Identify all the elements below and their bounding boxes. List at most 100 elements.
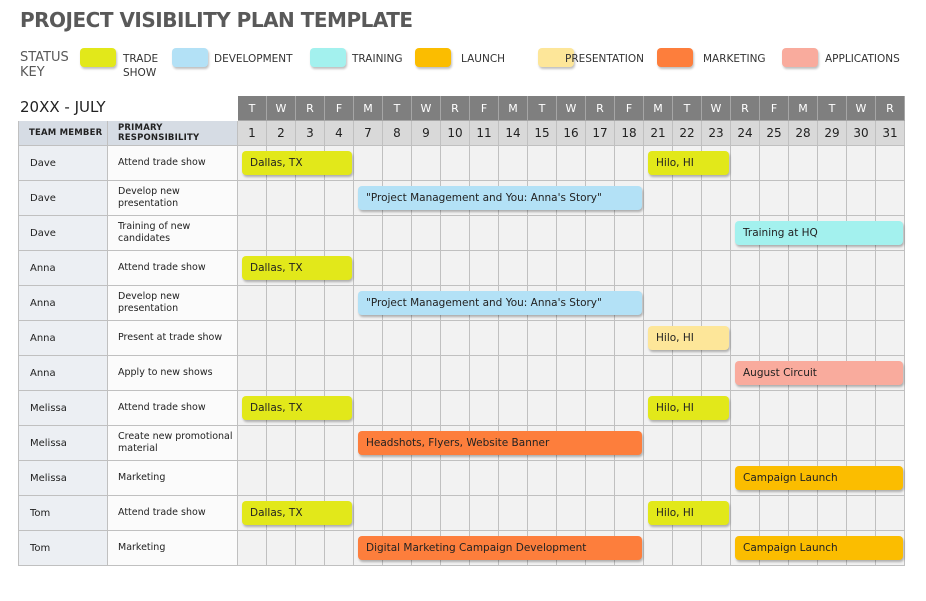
task-bar[interactable]: "Project Management and You: Anna's Stor… [358, 291, 642, 315]
task-bar[interactable]: Dallas, TX [242, 396, 352, 420]
day-cell [528, 496, 557, 531]
day-of-week: T [528, 96, 557, 121]
day-cell [731, 321, 760, 356]
day-cell [673, 461, 702, 496]
day-cell [818, 181, 847, 216]
day-cell [702, 461, 731, 496]
day-cell [499, 461, 528, 496]
day-cell [702, 426, 731, 461]
day-date: 4 [325, 121, 354, 146]
day-of-week: R [731, 96, 760, 121]
day-cell [441, 321, 470, 356]
day-cell [847, 321, 876, 356]
day-cell [673, 181, 702, 216]
day-cell [702, 216, 731, 251]
day-cell [528, 356, 557, 391]
day-date: 10 [441, 121, 470, 146]
responsibility-cell: Apply to new shows [108, 356, 238, 391]
day-cell [325, 531, 354, 566]
status-swatch [657, 48, 693, 67]
task-bar[interactable]: Campaign Launch [735, 536, 903, 560]
day-of-week: T [673, 96, 702, 121]
day-cell [238, 286, 267, 321]
day-cell [296, 426, 325, 461]
day-cell [238, 216, 267, 251]
task-bar[interactable]: Dallas, TX [242, 256, 352, 280]
day-cell [441, 216, 470, 251]
day-cell [644, 181, 673, 216]
day-of-week: W [847, 96, 876, 121]
day-cell [325, 216, 354, 251]
task-bar[interactable]: Hilo, HI [648, 501, 729, 525]
day-of-week: F [760, 96, 789, 121]
responsibility-cell: Present at trade show [108, 321, 238, 356]
status-swatch [80, 48, 116, 67]
task-bar[interactable]: August Circuit [735, 361, 903, 385]
task-bar[interactable]: Hilo, HI [648, 396, 729, 420]
day-cell [470, 356, 499, 391]
day-cell [876, 391, 905, 426]
task-bar[interactable]: Headshots, Flyers, Website Banner [358, 431, 642, 455]
day-date: 2 [267, 121, 296, 146]
task-bar[interactable]: Dallas, TX [242, 501, 352, 525]
day-cell [412, 251, 441, 286]
day-cell [470, 461, 499, 496]
status-swatch [782, 48, 818, 67]
column-header-team-member: TEAM MEMBER [18, 121, 108, 146]
day-cell [876, 181, 905, 216]
day-cell [615, 251, 644, 286]
day-of-week: T [238, 96, 267, 121]
day-date: 9 [412, 121, 441, 146]
day-date: 1 [238, 121, 267, 146]
task-bar[interactable]: Dallas, TX [242, 151, 352, 175]
day-cell [673, 426, 702, 461]
day-cell [267, 181, 296, 216]
day-date: 22 [673, 121, 702, 146]
day-date: 21 [644, 121, 673, 146]
day-cell [818, 146, 847, 181]
day-cell [296, 216, 325, 251]
day-cell [702, 286, 731, 321]
day-of-week: W [267, 96, 296, 121]
task-bar[interactable]: Training at HQ [735, 221, 903, 245]
day-cell [557, 321, 586, 356]
day-cell [238, 461, 267, 496]
task-bar[interactable]: Campaign Launch [735, 466, 903, 490]
task-bar[interactable]: Hilo, HI [648, 151, 729, 175]
day-cell [760, 251, 789, 286]
day-date: 28 [789, 121, 818, 146]
day-cell [325, 426, 354, 461]
day-cell [876, 251, 905, 286]
team-member-cell: Anna [18, 286, 108, 321]
day-cell [673, 216, 702, 251]
day-cell [586, 391, 615, 426]
day-cell [760, 286, 789, 321]
task-bar[interactable]: Digital Marketing Campaign Development [358, 536, 642, 560]
day-cell [760, 426, 789, 461]
task-bar[interactable]: Hilo, HI [648, 326, 729, 350]
team-member-cell: Anna [18, 251, 108, 286]
status-swatch [310, 48, 346, 67]
day-cell [383, 216, 412, 251]
day-cell [586, 356, 615, 391]
day-cell [499, 216, 528, 251]
day-cell [470, 321, 499, 356]
status-key: STATUS KEY TRADE SHOW DEVELOPMENT TRAINING… [20, 48, 910, 88]
day-cell [673, 286, 702, 321]
day-cell [702, 356, 731, 391]
day-cell [383, 251, 412, 286]
day-cell [789, 426, 818, 461]
day-cell [673, 251, 702, 286]
day-cell [789, 391, 818, 426]
day-cell [383, 321, 412, 356]
day-cell [354, 461, 383, 496]
day-cell [383, 146, 412, 181]
day-cell [296, 356, 325, 391]
responsibility-cell: Attend trade show [108, 146, 238, 181]
day-date: 15 [528, 121, 557, 146]
day-of-week: T [818, 96, 847, 121]
day-cell [847, 496, 876, 531]
task-bar[interactable]: "Project Management and You: Anna's Stor… [358, 186, 642, 210]
day-cell [615, 216, 644, 251]
day-cell [760, 391, 789, 426]
